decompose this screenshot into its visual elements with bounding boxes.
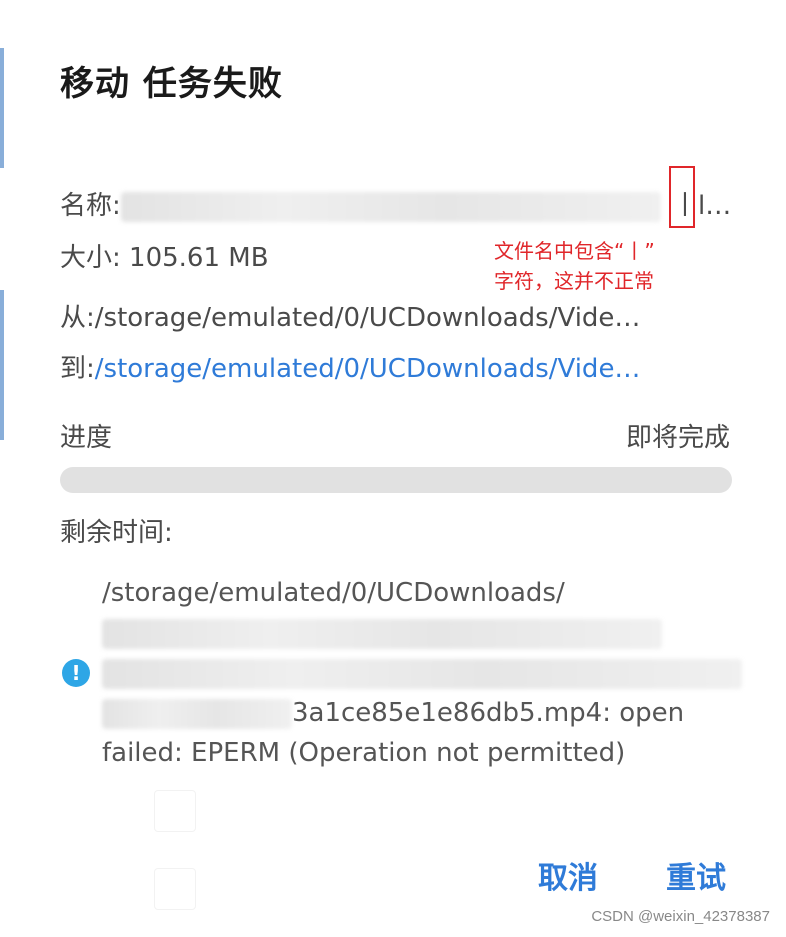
info-icon: ! bbox=[62, 659, 90, 687]
move-failed-dialog: 移动 任务失败 名称: 丨l… 大小: 105.61 MB 从:/storage… bbox=[4, 0, 786, 937]
screen: 移动 任务失败 名称: 丨l… 大小: 105.61 MB 从:/storage… bbox=[0, 0, 786, 937]
destination-path-link[interactable]: /storage/emulated/0/UCDownloads/Vide… bbox=[95, 354, 641, 384]
annotation-line-2: 字符，这并不正常 bbox=[494, 269, 654, 293]
progress-status: 即将完成 bbox=[625, 423, 730, 453]
background-ghost bbox=[154, 868, 196, 910]
source-path: 从:/storage/emulated/0/UCDownloads/Vide… bbox=[60, 303, 641, 333]
error-redacted bbox=[102, 698, 292, 729]
error-redacted bbox=[102, 618, 662, 649]
annotation-line-1: 文件名中包含“丨” bbox=[494, 239, 655, 263]
file-size: 大小: 105.61 MB bbox=[60, 243, 269, 273]
error-message-line bbox=[102, 618, 662, 649]
remaining-time-label: 剩余时间: bbox=[60, 518, 173, 548]
destination-path-row: 到:/storage/emulated/0/UCDownloads/Vide… bbox=[60, 348, 720, 385]
progress-bar bbox=[60, 467, 732, 493]
error-message-line bbox=[102, 658, 742, 689]
retry-button[interactable]: 重试 bbox=[666, 853, 726, 897]
error-file-tail: 3a1ce85e1e86db5.mp4: open bbox=[292, 698, 685, 728]
error-message-line: 3a1ce85e1e86db5.mp4: open bbox=[102, 698, 684, 729]
error-message-line: /storage/emulated/0/UCDownloads/ bbox=[102, 578, 565, 608]
error-message-line: failed: EPERM (Operation not permitted) bbox=[102, 738, 626, 768]
background-ghost bbox=[154, 790, 196, 832]
file-name-row: 名称: 丨l… bbox=[60, 185, 740, 222]
progress-bar-fill bbox=[60, 467, 732, 493]
cancel-button[interactable]: 取消 bbox=[538, 853, 598, 897]
watermark: CSDN @weixin_42378387 bbox=[591, 908, 770, 925]
dialog-title: 移动 任务失败 bbox=[60, 64, 283, 104]
progress-label: 进度 bbox=[60, 423, 113, 453]
annotation-highlight-box bbox=[669, 166, 695, 228]
annotation-note: 文件名中包含“丨” 字符，这并不正常 bbox=[494, 236, 724, 296]
error-redacted bbox=[102, 658, 742, 689]
file-name-label: 名称: bbox=[60, 191, 121, 221]
file-name-redacted bbox=[120, 191, 661, 222]
destination-label: 到: bbox=[60, 354, 95, 384]
